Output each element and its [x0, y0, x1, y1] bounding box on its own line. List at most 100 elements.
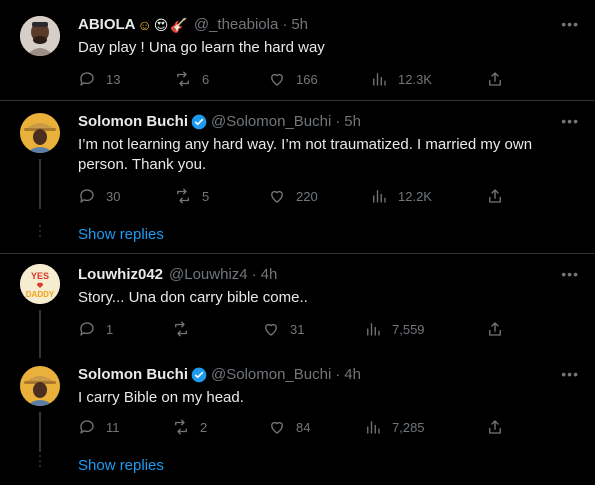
thread-continuation-dots — [38, 455, 42, 470]
views-button[interactable]: 7,559 — [364, 320, 425, 338]
views-icon — [367, 421, 380, 434]
reply-count: 11 — [106, 419, 120, 435]
avatar[interactable] — [20, 366, 60, 406]
tweet-text: I carry Bible on my head. — [78, 389, 244, 406]
retweet-icon — [175, 321, 187, 337]
retweet-button[interactable]: 5 — [174, 187, 209, 205]
thread-continuation-dots — [38, 225, 42, 240]
share-button[interactable] — [486, 418, 504, 436]
views-button[interactable]: 12.2K — [370, 187, 432, 205]
retweet-icon — [177, 188, 189, 204]
author-handle[interactable]: @_theabiola — [194, 16, 278, 33]
like-button[interactable]: 220 — [268, 187, 318, 205]
tweet-actions: 30 5 220 12.2K — [78, 187, 501, 207]
thread-line — [39, 310, 41, 358]
like-count: 84 — [296, 419, 311, 435]
tweet-text: I’m not learning any hard way. I’m not t… — [78, 136, 533, 173]
more-options-icon[interactable]: ••• — [561, 113, 579, 129]
share-button[interactable] — [486, 320, 504, 338]
heart-eyes-emoji: 😍 — [153, 16, 169, 33]
reply-count: 13 — [106, 71, 121, 87]
reply-feed: ABIOLA ☺ 😍 🎸 @_theabiola · 5h ••• Day pl… — [0, 0, 595, 485]
reply-count: 30 — [106, 188, 121, 204]
verified-badge-icon — [191, 114, 207, 129]
timestamp[interactable]: 5h — [291, 16, 308, 33]
author-name[interactable]: ABIOLA — [78, 16, 136, 33]
view-count: 12.3K — [398, 71, 432, 87]
timestamp[interactable]: 4h — [261, 266, 278, 283]
reply-count: 1 — [106, 321, 114, 337]
heart-icon — [271, 421, 283, 434]
views-icon — [367, 323, 380, 336]
guitar-emoji: 🎸 — [170, 16, 188, 33]
retweet-button[interactable]: 2 — [172, 418, 207, 436]
timestamp[interactable]: 4h — [344, 366, 361, 383]
smiling-face-emoji: ☺ — [137, 16, 152, 33]
heart-icon — [271, 190, 283, 203]
avatar-text-bottom: DADDY — [26, 290, 55, 299]
view-count: 12.2K — [398, 188, 432, 204]
heart-icon — [265, 323, 277, 336]
views-icon — [373, 73, 386, 86]
views-button[interactable]: 12.3K — [370, 70, 432, 88]
tweet[interactable]: ABIOLA ☺ 😍 🎸 @_theabiola · 5h ••• Day pl… — [0, 0, 595, 100]
more-options-icon[interactable]: ••• — [561, 366, 579, 382]
reply-button[interactable]: 30 — [78, 187, 120, 205]
like-button[interactable]: 166 — [268, 70, 318, 88]
views-button[interactable]: 7,285 — [364, 418, 425, 436]
avatar[interactable]: YES DADDY — [20, 264, 60, 304]
author-handle[interactable]: @Louwhiz4 — [169, 266, 248, 283]
share-icon — [489, 189, 501, 203]
avatar-image — [20, 113, 60, 153]
tweet-text: Day play ! Una go learn the hard way — [78, 39, 325, 56]
retweet-icon — [175, 419, 187, 435]
tweet-actions: 11 2 84 7,285 — [78, 418, 501, 438]
tweet[interactable]: Solomon Buchi @Solomon_Buchi · 5h ••• I’… — [0, 101, 595, 251]
reply-icon — [80, 420, 94, 434]
avatar-image: YES DADDY — [20, 264, 60, 304]
author-handle[interactable]: @Solomon_Buchi — [211, 113, 331, 130]
timestamp[interactable]: 5h — [344, 113, 361, 130]
reply-icon — [80, 72, 94, 86]
share-icon — [489, 72, 501, 86]
author-name[interactable]: Solomon Buchi — [78, 113, 188, 130]
reply-button[interactable]: 1 — [78, 320, 113, 338]
reply-button[interactable]: 13 — [78, 70, 120, 88]
avatar[interactable] — [20, 16, 60, 56]
reply-button[interactable]: 11 — [78, 418, 120, 436]
share-button[interactable] — [486, 70, 504, 88]
thread-line — [39, 159, 41, 209]
like-button[interactable]: 31 — [262, 320, 304, 338]
views-icon — [373, 190, 386, 203]
author-name[interactable]: Louwhiz042 — [78, 266, 163, 283]
retweet-button[interactable] — [172, 320, 200, 338]
retweet-icon — [177, 71, 189, 87]
reply-icon — [80, 322, 94, 336]
tweet[interactable]: YES DADDY Louwhiz042 @Louwhiz4 · 4h ••• … — [0, 254, 595, 358]
thread-line — [39, 412, 41, 452]
tweet[interactable]: Solomon Buchi @Solomon_Buchi · 4h ••• I … — [0, 354, 595, 485]
separator-dot: · — [282, 16, 288, 33]
avatar-text-top: YES — [31, 271, 49, 281]
separator-dot: · — [335, 113, 341, 130]
retweet-button[interactable]: 6 — [174, 70, 209, 88]
avatar-image — [20, 16, 60, 56]
like-count: 166 — [296, 71, 318, 87]
share-icon — [489, 420, 501, 434]
show-replies-link[interactable]: Show replies — [78, 457, 164, 474]
view-count: 7,285 — [392, 419, 425, 435]
show-replies-link[interactable]: Show replies — [78, 226, 164, 243]
separator-dot: · — [335, 366, 341, 383]
retweet-count: 6 — [202, 71, 210, 87]
more-options-icon[interactable]: ••• — [561, 16, 579, 32]
author-name[interactable]: Solomon Buchi — [78, 366, 188, 383]
retweet-count: 2 — [200, 419, 208, 435]
author-handle[interactable]: @Solomon_Buchi — [211, 366, 331, 383]
avatar[interactable] — [20, 113, 60, 153]
share-button[interactable] — [486, 187, 504, 205]
view-count: 7,559 — [392, 321, 425, 337]
reply-icon — [80, 189, 94, 203]
like-button[interactable]: 84 — [268, 418, 310, 436]
more-options-icon[interactable]: ••• — [561, 266, 579, 282]
verified-badge-icon — [191, 367, 207, 382]
